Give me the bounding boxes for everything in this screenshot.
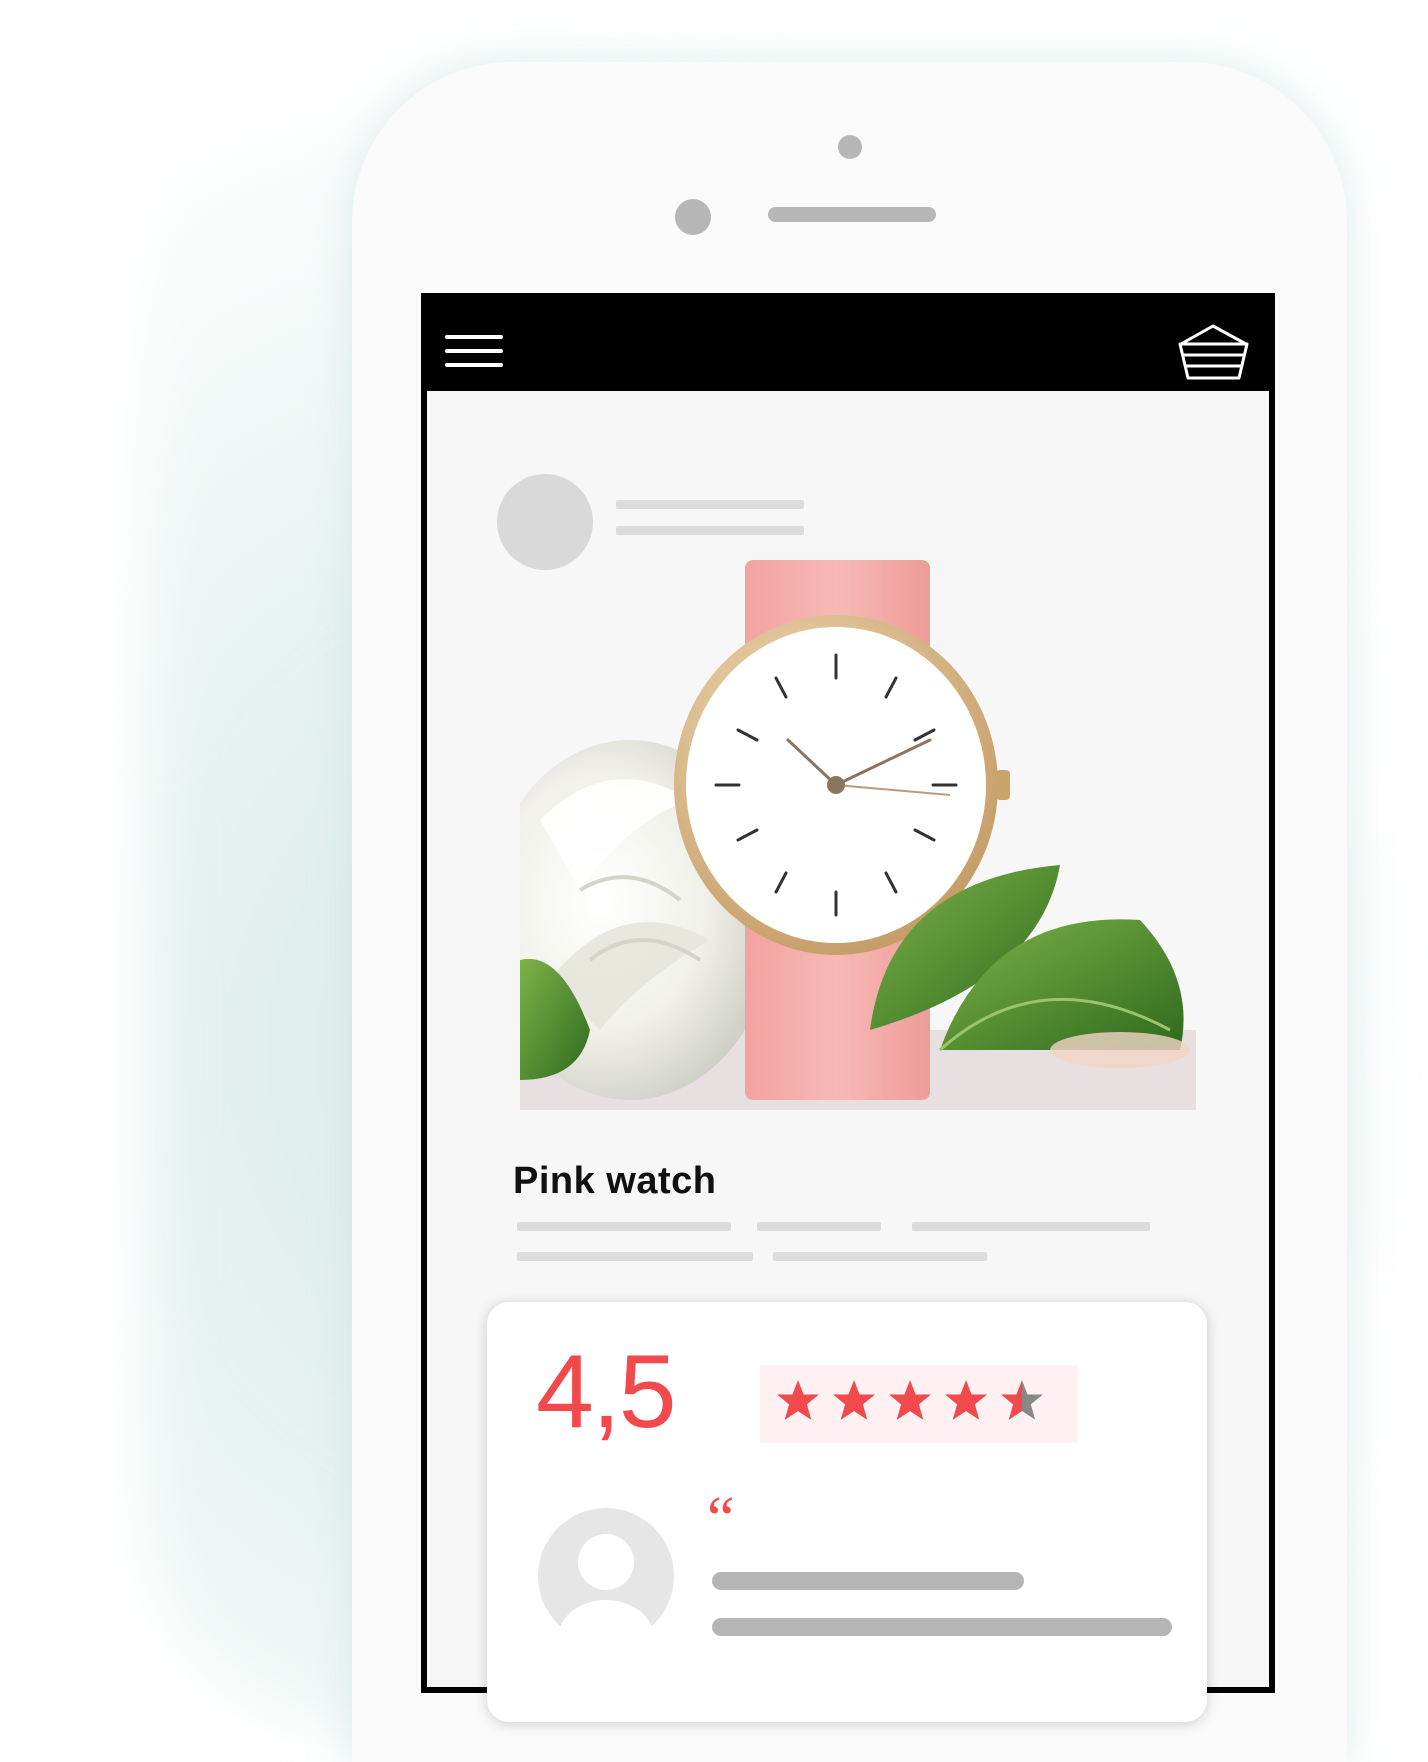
star-rating: [776, 1378, 1044, 1422]
basket-icon[interactable]: [1176, 322, 1251, 382]
earpiece-speaker: [768, 207, 936, 222]
review-text-placeholder: [712, 1572, 1024, 1590]
star-icon: [1001, 1380, 1043, 1420]
description-placeholder: [912, 1222, 1150, 1231]
description-placeholder: [517, 1222, 731, 1231]
author-meta-placeholder: [616, 526, 804, 535]
hamburger-menu-icon[interactable]: [445, 335, 503, 370]
front-sensor: [838, 135, 862, 159]
star-icon: [777, 1380, 819, 1420]
star-icon: [945, 1380, 987, 1420]
review-text-placeholder: [712, 1618, 1172, 1636]
star-icon: [833, 1380, 875, 1420]
front-camera: [675, 199, 711, 235]
product-title: Pink watch: [513, 1160, 717, 1202]
author-name-placeholder: [616, 500, 804, 509]
description-placeholder: [757, 1222, 881, 1231]
quote-mark: “: [707, 1485, 735, 1553]
author-avatar-placeholder: [497, 474, 593, 570]
rating-value: 4,5: [536, 1334, 677, 1450]
description-placeholder: [773, 1252, 987, 1261]
product-image[interactable]: [520, 560, 1196, 1110]
star-icon: [889, 1380, 931, 1420]
description-placeholder: [517, 1252, 753, 1261]
app-header: [421, 293, 1275, 391]
user-avatar-icon: [538, 1508, 674, 1644]
